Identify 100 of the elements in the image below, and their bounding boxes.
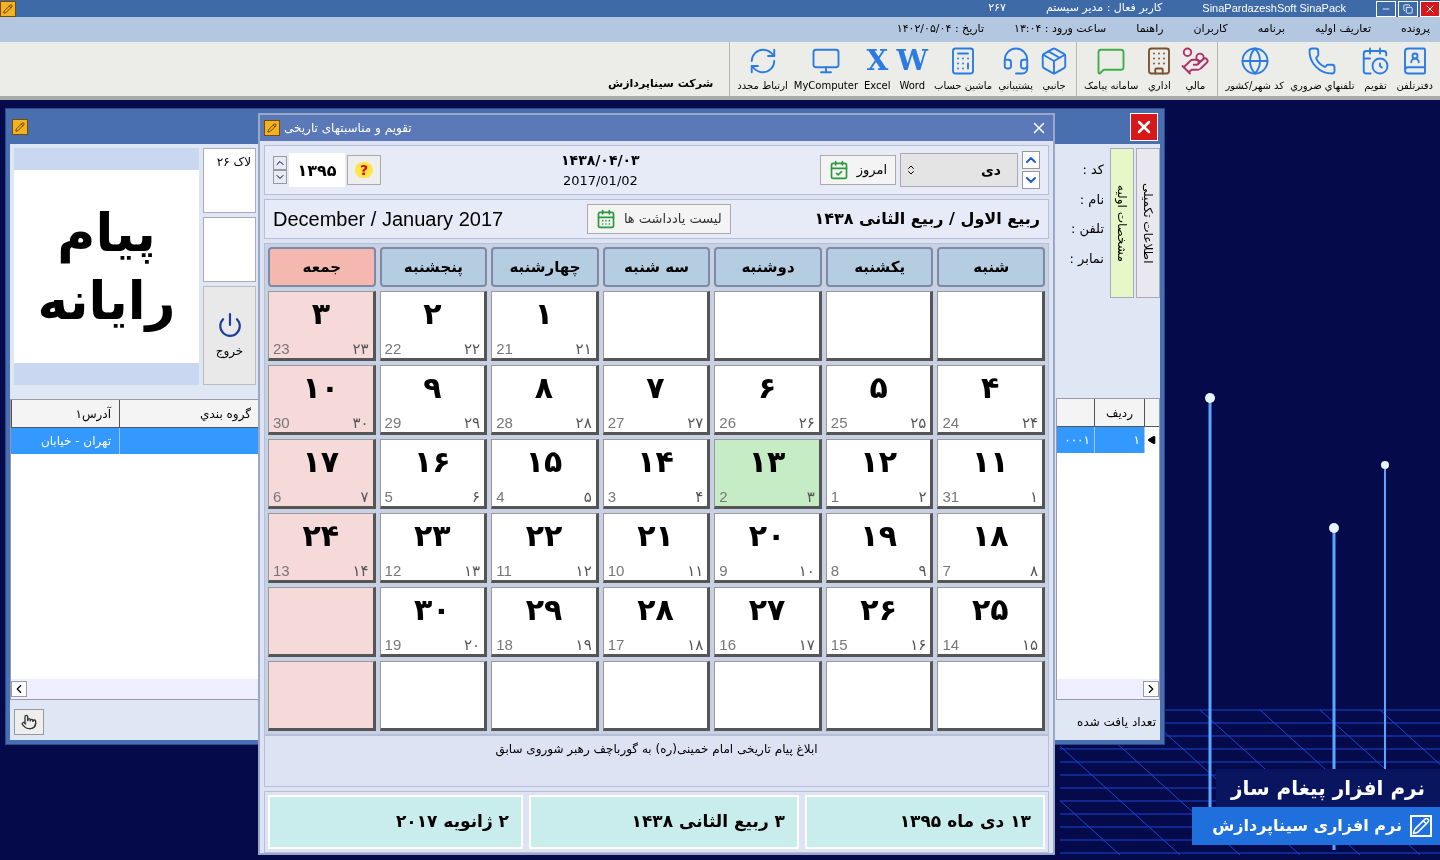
date-summary: ۳ ربیع الثانی ۱۴۳۸ [529, 795, 799, 849]
persian-day: ۱۸ [942, 514, 1038, 558]
menu-item[interactable]: تعاریف اولیه [1315, 21, 1371, 38]
toolbar-button[interactable]: جانبي [1036, 42, 1073, 96]
weekday-header: چهارشنبه [491, 247, 599, 287]
pointer-button[interactable] [14, 709, 44, 735]
notes-list-button[interactable]: لیست یادداشت ها [586, 204, 731, 234]
toolbar-button[interactable]: کد شهر/کشور [1222, 42, 1288, 96]
hijri-day: ۲۴ [1021, 414, 1038, 432]
vertical-tab[interactable]: اطلاعات تکمیلی [1136, 148, 1160, 298]
hijri-day: ۱۶ [910, 636, 927, 654]
column-header: آدرس۱ [11, 400, 119, 427]
toolbar-button[interactable]: مالي [1177, 42, 1214, 96]
previous-month-icon[interactable] [1022, 151, 1040, 169]
hijri-day: ۲۳ [352, 340, 369, 358]
toolbar-button[interactable]: اداري [1141, 42, 1178, 96]
toolbar-button[interactable]: تقویم [1357, 42, 1394, 96]
persian-day: ۳۰ [384, 588, 481, 632]
gregorian-day: 27 [607, 414, 625, 432]
field-label: نام : [1079, 190, 1104, 209]
globe-icon [1239, 45, 1270, 76]
gregorian-day: 13 [273, 562, 290, 580]
pointing-hand-icon [21, 714, 37, 730]
gregorian-day: 31 [942, 488, 960, 506]
pen-icon [1410, 815, 1432, 837]
toolbar-button[interactable]: تلفنهاي ضروري [1287, 42, 1358, 96]
persian-day: ۱۰ [273, 366, 369, 410]
hijri-day: ۲۶ [798, 414, 815, 432]
gregorian-day: 7 [942, 562, 951, 580]
calendar-check-icon [828, 160, 849, 180]
restore-button[interactable] [1398, 0, 1418, 17]
app-logo-icon [0, 0, 16, 17]
field-label: کد : [1082, 161, 1104, 179]
scroll-right-icon[interactable] [1143, 681, 1159, 697]
letter-icon: W [896, 45, 928, 76]
weekday-header: سه شنبه [602, 247, 711, 287]
hijri-day: ۲ [918, 488, 927, 506]
gregorian-day: 11 [496, 562, 512, 580]
minimize-button[interactable] [1376, 0, 1396, 17]
toolbar-button[interactable]: ماشين حساب [931, 42, 996, 96]
promo-subtitle: نرم افزاری سیناپردازش [1212, 815, 1402, 838]
exit-button[interactable]: خروج [203, 286, 256, 385]
hijri-day: ۱۱ [687, 562, 704, 580]
hijri-day: ۱۰ [798, 562, 815, 580]
toolbar-button[interactable]: دفترتلفن [1393, 42, 1436, 96]
vertical-tab[interactable]: مشخصات اولیه [1110, 148, 1134, 298]
spin-down-icon[interactable] [273, 170, 287, 184]
scroll-left-icon[interactable] [11, 681, 27, 697]
gregorian-day: 17 [607, 636, 625, 654]
gregorian-day: 25 [830, 414, 848, 432]
result-count-label: تعداد یافت شده [1077, 714, 1156, 731]
year-field[interactable]: ۱۳۹۵ [289, 153, 345, 187]
row-pointer-icon [1147, 435, 1157, 445]
field-label: تلفن : [1071, 220, 1104, 239]
gregorian-day: 1 [830, 488, 840, 506]
hijri-day: ۳۰ [352, 414, 369, 432]
persian-day: ۲۸ [607, 588, 704, 632]
next-month-icon[interactable] [1022, 171, 1040, 189]
close-button[interactable] [1130, 112, 1158, 141]
weekday-header: جمعه [268, 247, 376, 287]
logo-text: پیام [57, 201, 156, 266]
gregorian-day: 23 [273, 340, 290, 358]
weekday-header: شنبه [937, 247, 1045, 287]
gregorian-day: 6 [273, 488, 282, 506]
spin-up-icon[interactable] [273, 156, 287, 170]
occasion-text: ابلاغ پیام تاریخی امام خمینی(ره) به گورباچف رهبر شوروی سابق [495, 741, 818, 759]
logo-text: رایانه [37, 269, 176, 334]
hijri-day: ۲۰ [464, 636, 481, 654]
gregorian-day: 2 [719, 488, 728, 506]
menu-item[interactable]: کاربران [1193, 21, 1228, 38]
persian-day: ۶ [719, 366, 815, 410]
toolbar-button[interactable]: X Excel [861, 42, 894, 96]
today-button[interactable]: امروز [819, 155, 896, 185]
menu-item[interactable]: راهنما [1136, 21, 1164, 38]
toolbar-button[interactable]: W Word [893, 42, 931, 96]
table-cell-text: تهران - خيابان [39, 433, 112, 451]
gregorian-day: 24 [942, 414, 960, 432]
toolbar-button[interactable]: پشتيباني [995, 42, 1037, 96]
calendar-icon [595, 209, 616, 229]
menu-item[interactable]: برنامه [1257, 21, 1286, 38]
close-button[interactable] [1420, 0, 1440, 17]
gregorian-day: 5 [384, 488, 393, 506]
month-dropdown[interactable]: دی [900, 153, 1018, 187]
hijri-day: ۴ [695, 488, 704, 506]
date-summary: ۱۳ دی ماه ۱۳۹۵ [805, 795, 1045, 849]
toolbar-button[interactable]: MyComputer [790, 42, 862, 96]
toolbar-button[interactable]: سامانه پيامک [1081, 42, 1142, 96]
persian-day: ۱۵ [496, 440, 592, 484]
persian-day: ۱۷ [273, 440, 369, 484]
persian-day: ۷ [607, 366, 704, 410]
help-button[interactable]: ? [347, 155, 381, 185]
gregorian-day: 10 [607, 562, 625, 580]
weekday-header: پنجشنبه [379, 247, 488, 287]
hijri-day: ۳ [806, 488, 815, 506]
menu-item[interactable]: پرونده [1400, 21, 1430, 38]
gregorian-day: 18 [496, 636, 513, 654]
hand-coins-icon [1180, 45, 1211, 76]
hijri-day: ۲۲ [464, 340, 481, 358]
toolbar-button[interactable]: ارتباط مجدد [734, 42, 791, 96]
persian-day: ۱۳ [719, 440, 815, 484]
